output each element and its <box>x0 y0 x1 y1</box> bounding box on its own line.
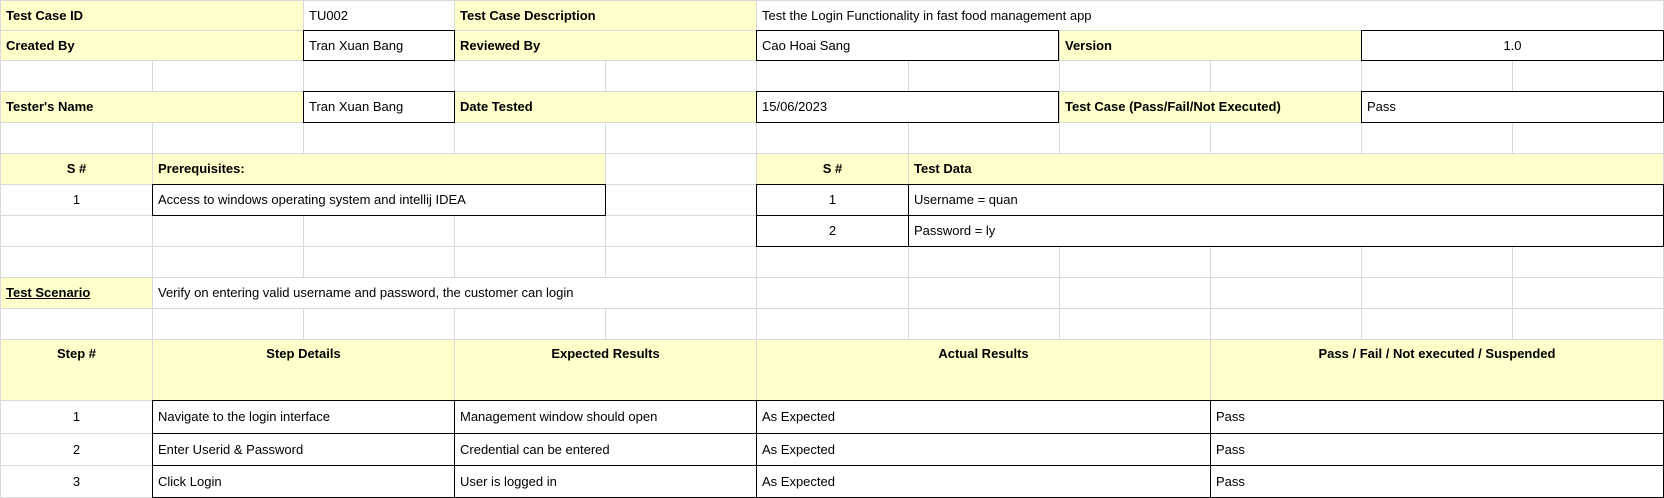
tester-name-cell[interactable]: Tran Xuan Bang <box>303 91 455 123</box>
tester-name-label: Tester's Name <box>1 92 303 122</box>
date-tested-cell[interactable]: 15/06/2023 <box>756 91 1059 123</box>
test-scenario-label: Test Scenario <box>1 278 152 308</box>
step-expected-cell[interactable]: Management window should open <box>454 400 757 434</box>
step-status-cell[interactable]: Pass <box>1210 465 1664 498</box>
test-case-id-label: Test Case ID <box>1 1 303 30</box>
date-tested-label: Date Tested <box>455 92 756 122</box>
test-scenario-text[interactable]: Verify on entering valid username and pa… <box>153 278 756 308</box>
steps-header-actual: Actual Results <box>757 340 1210 400</box>
steps-header-details: Step Details <box>153 340 454 400</box>
prereq-header: Prerequisites: <box>153 154 605 184</box>
test-data-sn-cell[interactable]: 2 <box>756 215 909 247</box>
created-by-cell[interactable]: Tran Xuan Bang <box>303 30 455 61</box>
test-data-text-cell[interactable]: Password = ly <box>908 215 1664 247</box>
steps-header-status: Pass / Fail / Not executed / Suspended <box>1211 340 1663 400</box>
step-number-cell[interactable]: 2 <box>1 434 152 465</box>
created-by-label: Created By <box>1 31 303 60</box>
test-data-sn-cell[interactable]: 1 <box>756 184 909 216</box>
gridline <box>0 308 1664 309</box>
steps-header-expected: Expected Results <box>455 340 756 400</box>
step-status-cell[interactable]: Pass <box>1210 400 1664 434</box>
step-number-cell[interactable]: 3 <box>1 466 152 497</box>
result-label: Test Case (Pass/Fail/Not Executed) <box>1060 92 1361 122</box>
reviewed-by-cell[interactable]: Cao Hoai Sang <box>756 30 1059 61</box>
steps-header-step: Step # <box>1 340 152 400</box>
result-cell[interactable]: Pass <box>1361 91 1664 123</box>
step-expected-cell[interactable]: Credential can be entered <box>454 433 757 466</box>
version-cell[interactable]: 1.0 <box>1361 30 1664 61</box>
prereq-sn-header: S # <box>1 154 152 184</box>
step-number-cell[interactable]: 1 <box>1 401 152 433</box>
step-actual-cell[interactable]: As Expected <box>756 400 1211 434</box>
test-case-id-cell[interactable]: TU002 <box>304 1 454 30</box>
step-expected-cell[interactable]: User is logged in <box>454 465 757 498</box>
step-status-cell[interactable]: Pass <box>1210 433 1664 466</box>
step-actual-cell[interactable]: As Expected <box>756 433 1211 466</box>
prereq-sn-cell[interactable]: 1 <box>1 185 152 215</box>
step-actual-cell[interactable]: As Expected <box>756 465 1211 498</box>
description-label: Test Case Description <box>455 1 756 30</box>
step-details-cell[interactable]: Click Login <box>152 465 455 498</box>
test-data-text-cell[interactable]: Username = quan <box>908 184 1664 216</box>
step-details-cell[interactable]: Navigate to the login interface <box>152 400 455 434</box>
description-cell[interactable]: Test the Login Functionality in fast foo… <box>757 1 1663 30</box>
prereq-text-cell[interactable]: Access to windows operating system and i… <box>152 184 606 216</box>
step-details-cell[interactable]: Enter Userid & Password <box>152 433 455 466</box>
test-data-header: Test Data <box>909 154 1663 184</box>
test-data-sn-header: S # <box>757 154 908 184</box>
reviewed-by-label: Reviewed By <box>455 31 756 60</box>
version-label: Version <box>1060 31 1361 60</box>
test-case-spreadsheet: Test Case ID TU002 Test Case Description… <box>0 0 1664 498</box>
